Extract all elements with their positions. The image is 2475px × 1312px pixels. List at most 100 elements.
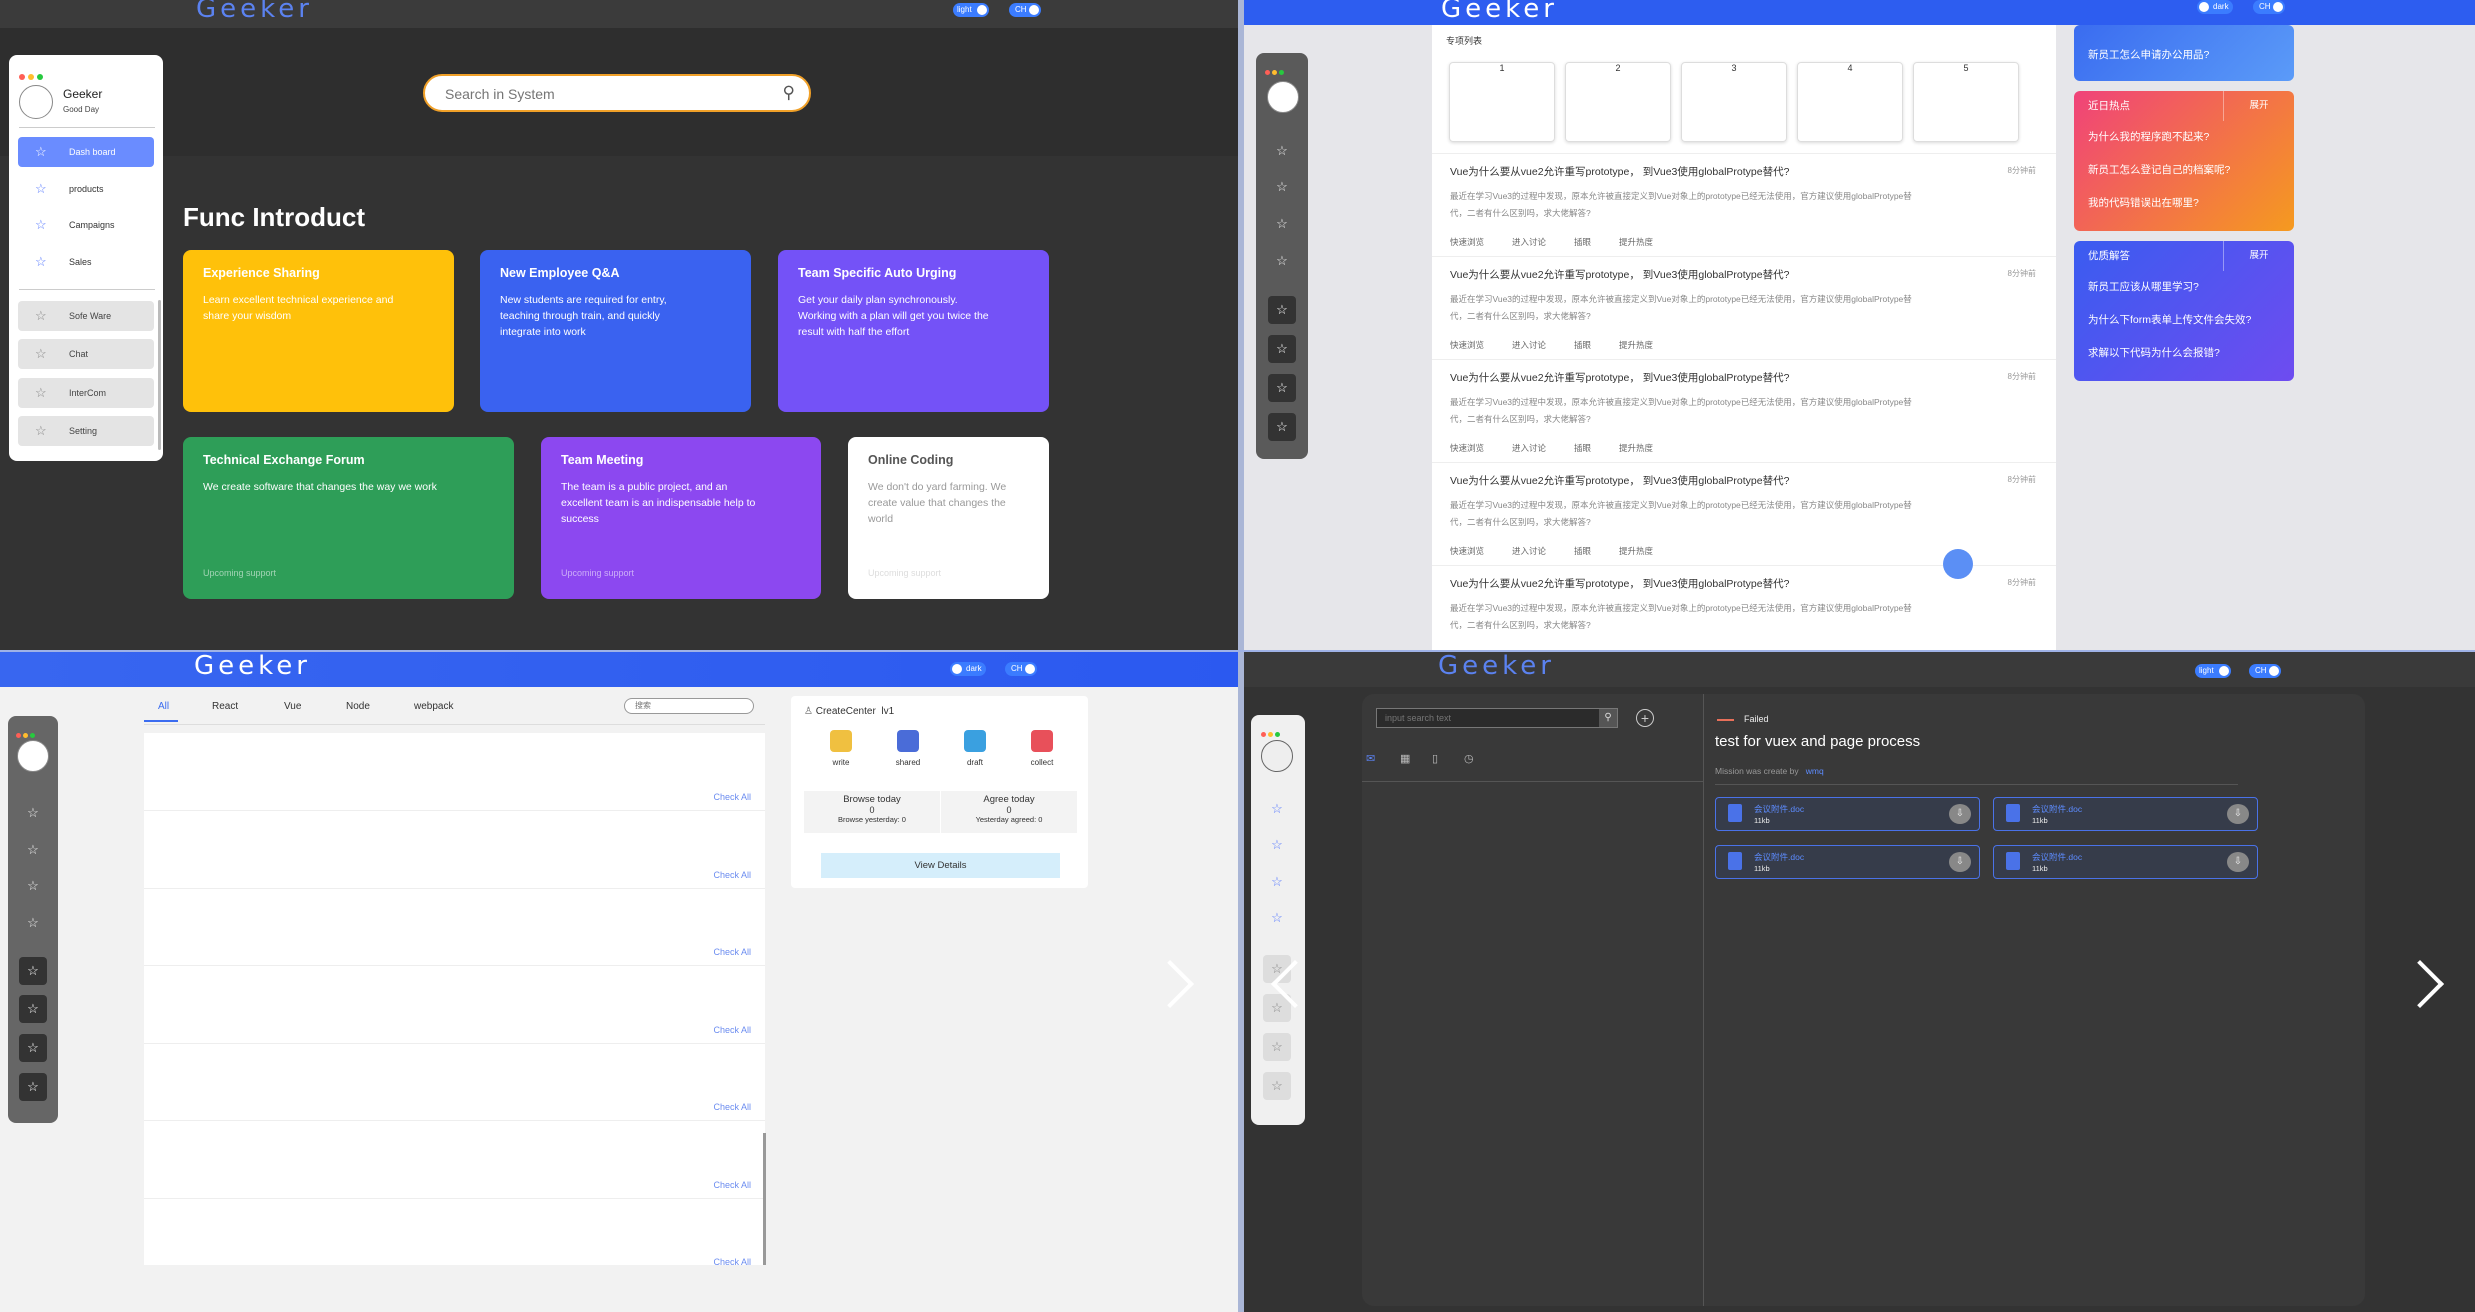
check-all-link[interactable]: Check All [713, 1025, 751, 1035]
quick-view-button[interactable]: 快速浏览 [1450, 443, 1484, 453]
quick-view-button[interactable]: 快速浏览 [1450, 237, 1484, 247]
feature-card-online-coding[interactable]: Online Coding We don't do yard farming. W… [848, 437, 1049, 599]
minimize-dot[interactable] [23, 733, 28, 738]
maximize-dot[interactable] [30, 733, 35, 738]
grid-icon[interactable]: ▦ [1400, 752, 1410, 765]
project-card[interactable]: 3 [1681, 62, 1787, 142]
boost-button[interactable]: 提升热度 [1619, 546, 1653, 556]
nav-item-software[interactable]: ☆ Sofe Ware [18, 301, 154, 331]
avatar[interactable] [1267, 81, 1299, 113]
star-icon[interactable]: ☆ [23, 876, 43, 896]
collect-tool[interactable]: collect [1022, 730, 1062, 767]
search-input[interactable] [443, 85, 767, 103]
check-all-link[interactable]: Check All [713, 1257, 751, 1267]
language-toggle[interactable]: CH [2253, 0, 2285, 14]
hot-item[interactable]: 新员工怎么登记自己的档案呢? [2074, 154, 2294, 187]
attachment-item[interactable]: 会议附件.doc 11kb ⇩ [1715, 845, 1980, 879]
quick-view-button[interactable]: 快速浏览 [1450, 546, 1484, 556]
check-all-link[interactable]: Check All [713, 792, 751, 802]
minimize-dot[interactable] [28, 74, 34, 80]
clock-icon[interactable]: ◷ [1464, 752, 1474, 765]
nav-item-setting[interactable]: ☆ Setting [18, 416, 154, 446]
answer-item[interactable]: 求解以下代码为什么会报错? [2074, 337, 2294, 370]
list-scrollbar[interactable] [763, 1133, 766, 1265]
quick-view-button[interactable]: 快速浏览 [1450, 340, 1484, 350]
star-icon[interactable]: ☆ [23, 840, 43, 860]
nav-item-products[interactable]: ☆ products [18, 174, 154, 204]
close-dot[interactable] [1265, 70, 1270, 75]
search-icon[interactable]: ⚲ [783, 83, 795, 103]
article-search[interactable] [624, 698, 754, 714]
bookmark-button[interactable]: 插眼 [1574, 340, 1591, 350]
creator-link[interactable]: wmq [1806, 766, 1824, 776]
answer-item[interactable]: 新员工应该从哪里学习? [2074, 271, 2294, 304]
star-icon[interactable]: ☆ [1268, 413, 1296, 441]
nav-item-chat[interactable]: ☆ Chat [18, 339, 154, 369]
theme-toggle[interactable]: dark [950, 662, 986, 676]
theme-toggle[interactable]: light [2195, 664, 2231, 678]
theme-toggle[interactable]: light [953, 3, 989, 17]
file-name[interactable]: 会议附件.doc [2032, 851, 2082, 863]
attachment-item[interactable]: 会议附件.doc 11kb ⇩ [1993, 845, 2258, 879]
star-icon[interactable]: ☆ [19, 1073, 47, 1101]
star-icon[interactable]: ☆ [1272, 214, 1292, 234]
star-icon[interactable]: ☆ [1267, 872, 1287, 892]
nav-item-dashboard[interactable]: ☆ Dash board [18, 137, 154, 167]
view-details-button[interactable]: View Details [821, 853, 1060, 878]
star-icon[interactable]: ☆ [23, 803, 43, 823]
avatar[interactable] [19, 85, 53, 119]
check-all-link[interactable]: Check All [713, 1102, 751, 1112]
maximize-dot[interactable] [37, 74, 43, 80]
system-search[interactable]: ⚲ [423, 74, 811, 112]
star-icon[interactable]: ☆ [19, 1034, 47, 1062]
bookmark-button[interactable]: 插眼 [1574, 443, 1591, 453]
tab-node[interactable]: Node [346, 701, 370, 712]
language-toggle[interactable]: CH [1005, 662, 1037, 676]
tab-react[interactable]: React [212, 701, 238, 712]
download-icon[interactable]: ⇩ [2227, 852, 2249, 872]
file-name[interactable]: 会议附件.doc [2032, 803, 2082, 815]
minimize-dot[interactable] [1268, 732, 1273, 737]
language-toggle[interactable]: CH [2249, 664, 2281, 678]
tab-vue[interactable]: Vue [284, 701, 301, 712]
task-search[interactable]: ⚲ [1376, 708, 1618, 728]
discuss-button[interactable]: 进入讨论 [1512, 443, 1546, 453]
star-icon[interactable]: ☆ [1268, 335, 1296, 363]
nav-item-sales[interactable]: ☆ Sales [18, 247, 154, 277]
theme-toggle[interactable]: dark [2197, 0, 2233, 14]
feature-card-auto-urging[interactable]: Team Specific Auto Urging Get your daily … [778, 250, 1049, 412]
project-card[interactable]: 5 [1913, 62, 2019, 142]
star-icon[interactable]: ☆ [1263, 1033, 1291, 1061]
chevron-right-icon[interactable] [2395, 959, 2445, 1009]
nav-item-campaigns[interactable]: ☆ Campaigns [18, 210, 154, 240]
close-dot[interactable] [1261, 732, 1266, 737]
discuss-button[interactable]: 进入讨论 [1512, 546, 1546, 556]
star-icon[interactable]: ☆ [1272, 251, 1292, 271]
post-item[interactable]: Vue为什么要从vue2允许重写prototype， 到Vue3使用global… [1432, 153, 2056, 257]
expand-button[interactable]: 展开 [2223, 241, 2294, 271]
boost-button[interactable]: 提升热度 [1619, 237, 1653, 247]
star-icon[interactable]: ☆ [1272, 141, 1292, 161]
write-tool[interactable]: write [821, 730, 861, 767]
star-icon[interactable]: ☆ [19, 957, 47, 985]
star-icon[interactable]: ☆ [1268, 374, 1296, 402]
chevron-right-icon[interactable] [1145, 959, 1195, 1009]
star-icon[interactable]: ☆ [1267, 835, 1287, 855]
bookmark-button[interactable]: 插眼 [1574, 237, 1591, 247]
star-icon[interactable]: ☆ [23, 913, 43, 933]
discuss-button[interactable]: 进入讨论 [1512, 237, 1546, 247]
tab-webpack[interactable]: webpack [414, 701, 453, 712]
post-title[interactable]: Vue为什么要从vue2允许重写prototype， 到Vue3使用global… [1450, 164, 1789, 179]
post-title[interactable]: Vue为什么要从vue2允许重写prototype， 到Vue3使用global… [1450, 267, 1789, 282]
download-icon[interactable]: ⇩ [1949, 852, 1971, 872]
star-icon[interactable]: ☆ [1272, 177, 1292, 197]
maximize-dot[interactable] [1275, 732, 1280, 737]
download-icon[interactable]: ⇩ [2227, 804, 2249, 824]
hot-item[interactable]: 我的代码错误出在哪里? [2074, 187, 2294, 220]
post-item[interactable]: Vue为什么要从vue2允许重写prototype， 到Vue3使用global… [1432, 359, 2056, 463]
attachment-item[interactable]: 会议附件.doc 11kb ⇩ [1993, 797, 2258, 831]
file-name[interactable]: 会议附件.doc [1754, 803, 1804, 815]
close-dot[interactable] [16, 733, 21, 738]
answer-item[interactable]: 为什么下form表单上传文件会失效? [2074, 304, 2294, 337]
attachment-item[interactable]: 会议附件.doc 11kb ⇩ [1715, 797, 1980, 831]
